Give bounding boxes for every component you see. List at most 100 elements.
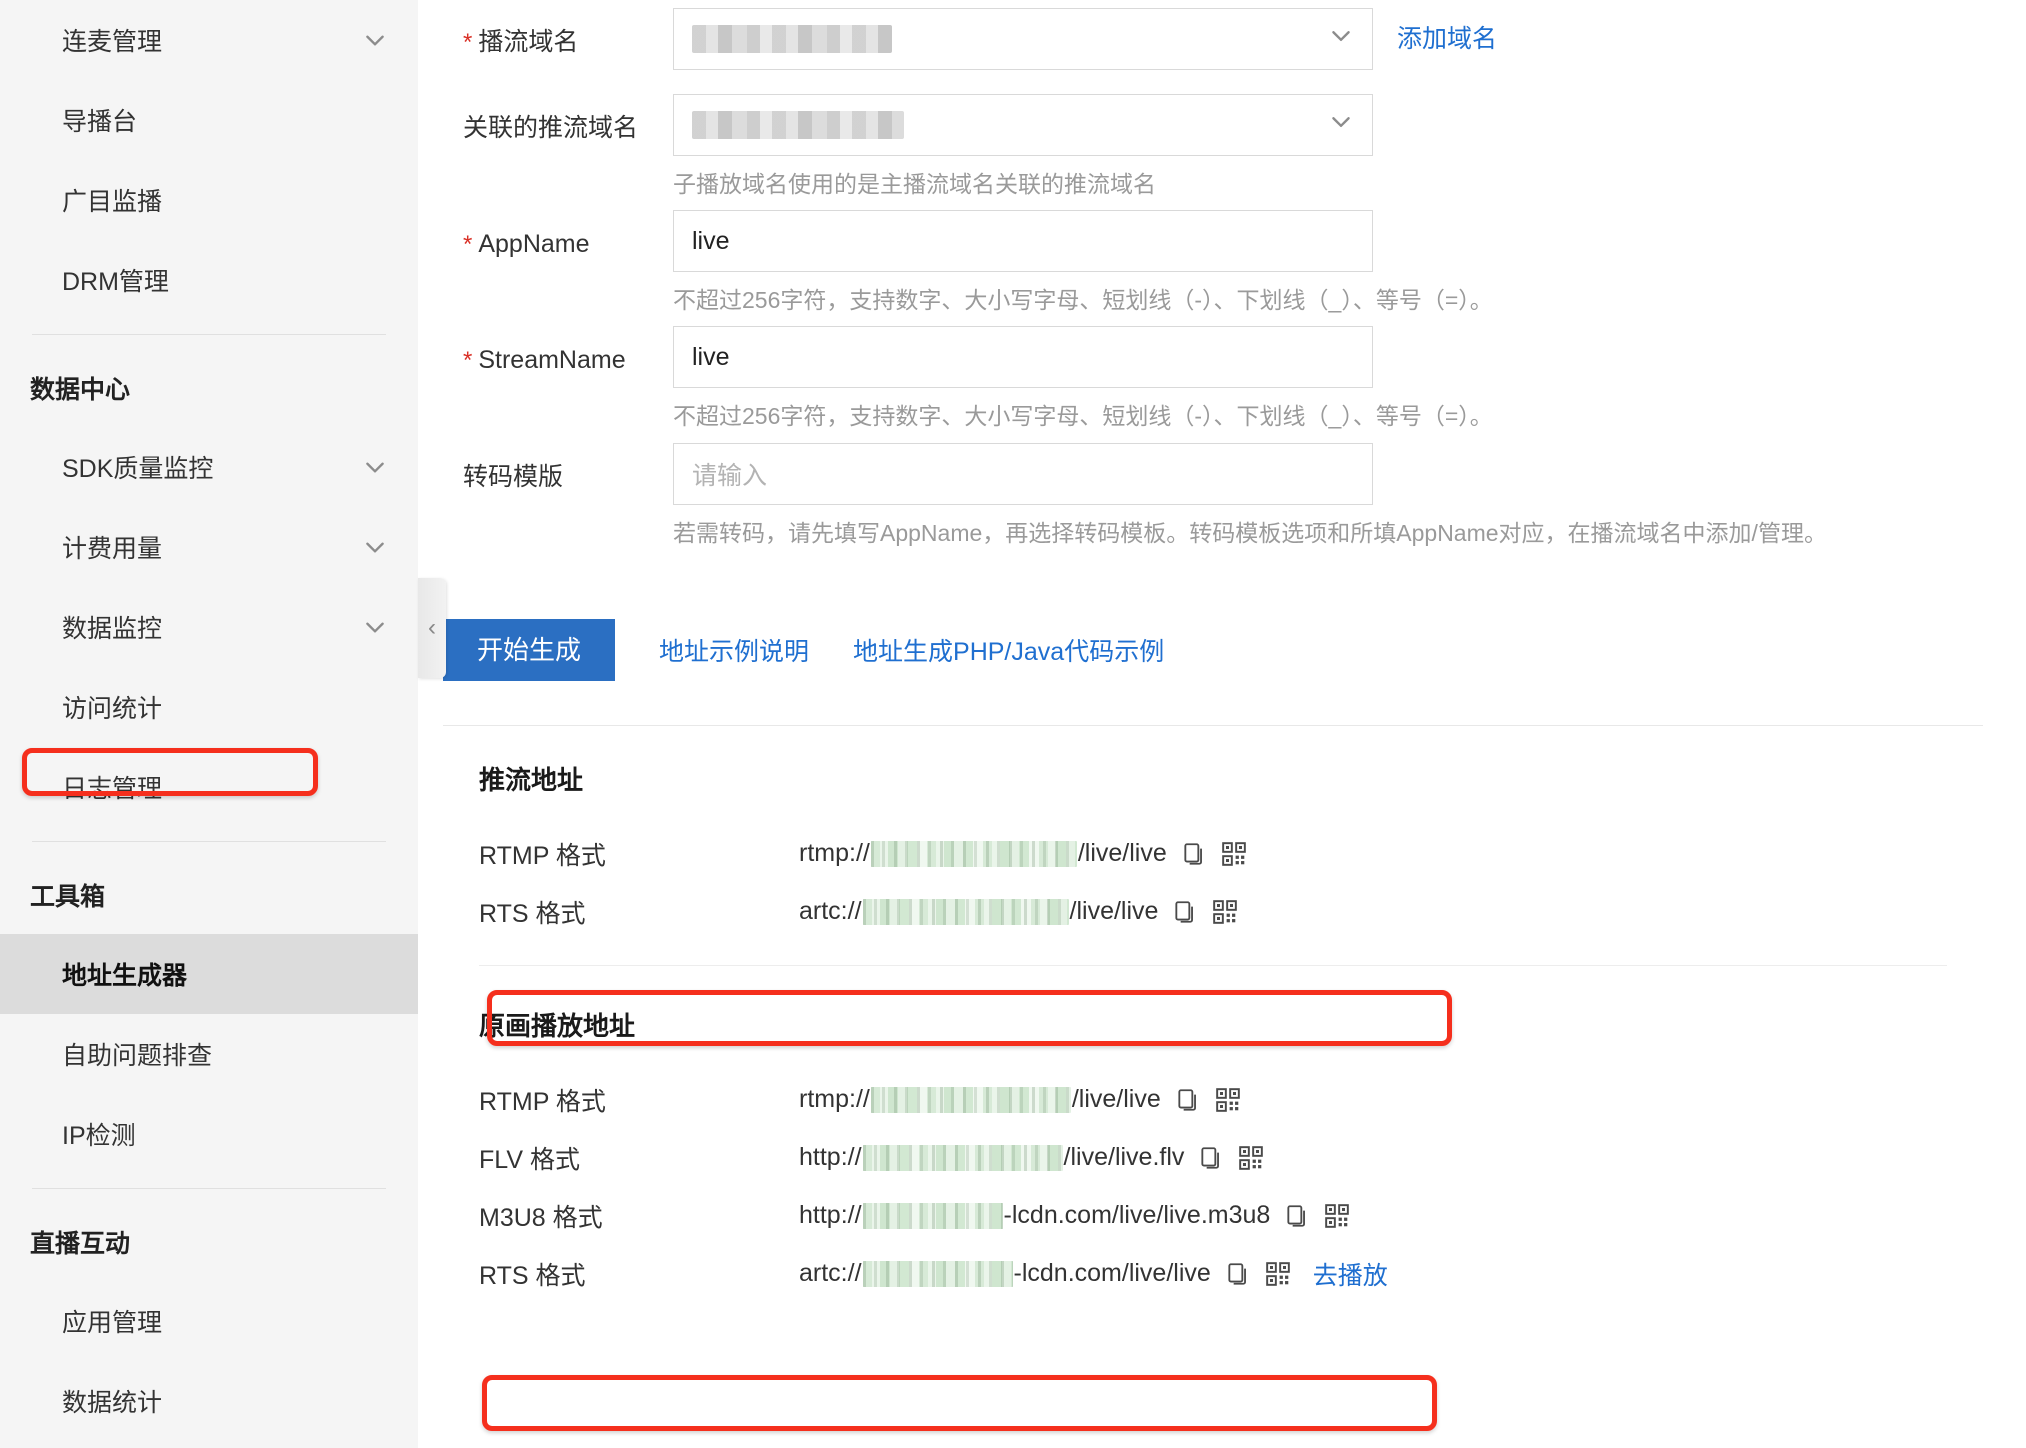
sidebar-separator	[32, 841, 386, 842]
field-control: live 不超过256字符，支持数字、大小写字母、短划线（-）、下划线（_）、等号…	[673, 210, 2026, 320]
sidebar-item-nav[interactable]: IP检测	[0, 1094, 418, 1174]
redacted-domain	[870, 840, 1077, 867]
sidebar-item-nav[interactable]: 应用管理	[0, 1281, 418, 1361]
address-row: FLV 格式 http:// /live/live.flv	[443, 1129, 1983, 1187]
copy-icon[interactable]	[1284, 1203, 1310, 1229]
go-to-play-link[interactable]: 去播放	[1313, 1256, 1388, 1292]
chevron-down-icon[interactable]	[1328, 109, 1354, 142]
address-value: http:// /live/live.flv	[799, 1143, 1264, 1172]
sidebar-item-nav[interactable]: SDK质量监控	[0, 427, 418, 507]
copy-icon[interactable]	[1225, 1261, 1251, 1287]
sidebar-navigation: 连麦管理导播台广目监播 DRM管理数据中心 SDK质量监控 计费用量数据监控访问统计日…	[0, 0, 418, 1448]
address-format-label: RTS 格式	[479, 1261, 586, 1290]
sidebar-item-label: SDK质量监控	[62, 455, 214, 483]
address-scheme: http://	[799, 1143, 862, 1172]
form-field-row: 关联的推流域名 子播放域名使用的是主播流域名关联的推流域名	[438, 94, 2026, 204]
sidebar-item-nav[interactable]: DRM管理	[0, 240, 418, 320]
form-field-row: * 播流域名 添加域名	[438, 8, 2026, 88]
select-input[interactable]	[673, 8, 1373, 70]
chevron-down-icon[interactable]	[362, 27, 388, 53]
app-root: 连麦管理导播台广目监播 DRM管理数据中心 SDK质量监控 计费用量数据监控访问统计日…	[0, 0, 2026, 1448]
redacted-value	[692, 25, 892, 53]
address-scheme: artc://	[799, 897, 862, 926]
address-format-label: RTMP 格式	[479, 841, 606, 870]
address-scheme: artc://	[799, 1259, 862, 1288]
text-input[interactable]: live	[673, 326, 1373, 389]
address-value: artc:// /live/live	[799, 897, 1238, 926]
qrcode-icon[interactable]	[1324, 1203, 1350, 1229]
chevron-down-icon[interactable]	[1328, 23, 1354, 56]
sidebar-item-nav[interactable]: 广目监播	[0, 160, 418, 240]
sidebar-item-nav[interactable]: 日志管理	[0, 747, 418, 827]
address-row: RTS 格式 artc:// /live/live	[443, 883, 1983, 941]
sidebar-item-nav[interactable]: 连麦管理	[0, 0, 418, 80]
field-label: 转码模版	[438, 443, 673, 511]
sidebar-item-label: 导播台	[62, 108, 138, 136]
field-control: 子播放域名使用的是主播流域名关联的推流域名	[673, 94, 2026, 204]
address-row: RTS 格式 artc:// -lcdn.com/live/live 去播放	[443, 1245, 1983, 1303]
qrcode-icon[interactable]	[1221, 841, 1247, 867]
copy-icon[interactable]	[1181, 841, 1207, 867]
results-spacer	[443, 966, 1983, 1006]
sidebar-item-nav[interactable]: 访问统计	[0, 667, 418, 747]
sidebar-group-title: 数据中心	[30, 376, 131, 404]
text-input[interactable]: 请输入	[673, 442, 1373, 505]
results-section-title: 推流地址	[479, 764, 584, 795]
redacted-value	[692, 111, 904, 139]
address-row: RTMP 格式 rtmp:// /live/live	[443, 825, 1983, 883]
address-scheme: http://	[799, 1201, 862, 1230]
address-value: artc:// -lcdn.com/live/live 去播放	[799, 1256, 1388, 1292]
sidebar-group-title: 工具箱	[30, 883, 106, 911]
form-field-row: 转码模版 请输入若需转码，请先填写AppName，再选择转码模板。转码模板选项和所…	[438, 442, 2026, 553]
chevron-down-icon[interactable]	[362, 534, 388, 560]
sidebar-item-nav[interactable]: 自助问题排查	[0, 1014, 418, 1094]
sidebar-item-nav[interactable]: 数据监控	[0, 587, 418, 667]
address-path: /live/live	[1077, 839, 1167, 868]
sidebar-item-nav[interactable]: 导播台	[0, 80, 418, 160]
sidebar-item-label: 数据监控	[62, 615, 163, 643]
sidebar-item-selected[interactable]: 地址生成器	[0, 934, 418, 1014]
copy-icon[interactable]	[1175, 1087, 1201, 1113]
add-domain-link[interactable]: 添加域名	[1397, 8, 1497, 70]
results-section-title: 原画播放地址	[479, 1010, 636, 1041]
main-content: * 播流域名 添加域名 关联的推流域名 子播放域名使用的是主播流域名关联的推流域名 * Ap…	[418, 0, 2026, 1448]
field-label-text: StreamName	[478, 346, 626, 375]
chevron-down-icon[interactable]	[362, 454, 388, 480]
copy-icon[interactable]	[1172, 899, 1198, 925]
sidebar-separator	[32, 1188, 386, 1189]
field-helper-text: 若需转码，请先填写AppName，再选择转码模板。转码模板选项和所填AppNam…	[673, 519, 1827, 546]
qrcode-icon[interactable]	[1238, 1145, 1264, 1171]
sidebar-item-nav[interactable]: 计费用量	[0, 507, 418, 587]
address-row: M3U8 格式 http:// -lcdn.com/live/live.m3u8	[443, 1187, 1983, 1245]
field-label-text: AppName	[478, 230, 590, 259]
link-php-java-sample[interactable]: 地址生成PHP/Java代码示例	[853, 632, 1164, 668]
sidebar-item-nav[interactable]: 数据统计	[0, 1361, 418, 1441]
copy-icon[interactable]	[1198, 1145, 1224, 1171]
address-path: /live/live	[1071, 1085, 1161, 1114]
field-inline: 请输入	[673, 442, 2026, 505]
chevron-down-icon[interactable]	[362, 614, 388, 640]
sidebar-item-label: IP检测	[62, 1122, 136, 1150]
qrcode-icon[interactable]	[1212, 899, 1238, 925]
address-value: http:// -lcdn.com/live/live.m3u8	[799, 1201, 1350, 1230]
sidebar-separator	[32, 334, 386, 335]
address-path: /live/live	[1069, 897, 1159, 926]
qrcode-icon[interactable]	[1215, 1087, 1241, 1113]
input-value: live	[692, 226, 730, 255]
sidebar-group-title: 直播互动	[30, 1230, 131, 1258]
field-label-text: 播流域名	[478, 28, 579, 56]
sidebar-collapse-handle[interactable]: ‹	[418, 578, 446, 678]
generate-button[interactable]: 开始生成	[443, 618, 616, 681]
sidebar-item-label: DRM管理	[62, 268, 169, 296]
sidebar-item-label: 计费用量	[62, 535, 163, 563]
address-format-label: FLV 格式	[479, 1145, 580, 1174]
field-label-text: 转码模版	[463, 462, 564, 491]
redacted-domain	[870, 1086, 1071, 1113]
field-control: live 不超过256字符，支持数字、大小写字母、短划线（-）、下划线（_）、等号…	[673, 326, 2026, 436]
sidebar-item-label: 应用管理	[62, 1309, 163, 1337]
link-address-example[interactable]: 地址示例说明	[659, 632, 809, 668]
select-input[interactable]	[673, 94, 1373, 156]
qrcode-icon[interactable]	[1265, 1261, 1291, 1287]
text-input[interactable]: live	[673, 210, 1373, 273]
field-inline	[673, 94, 2026, 156]
